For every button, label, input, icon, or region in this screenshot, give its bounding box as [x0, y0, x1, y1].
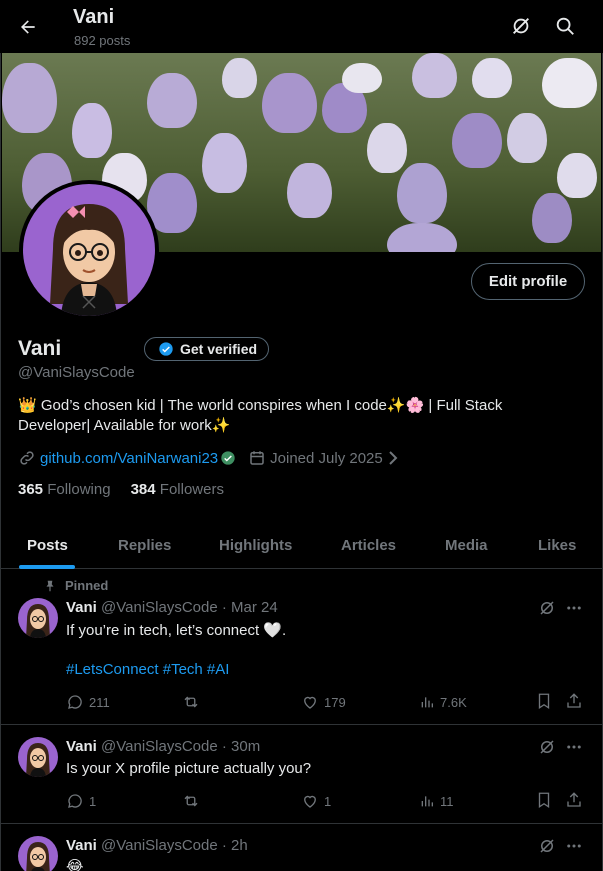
profile-handle: @VaniSlaysCode: [18, 364, 135, 381]
post-item[interactable]: Vani @VaniSlaysCode · 2h 😂: [0, 824, 603, 871]
pinned-label: Pinned: [65, 578, 109, 593]
post-hashtags[interactable]: #LetsConnect #Tech #AI: [66, 660, 229, 680]
more-icon[interactable]: [565, 738, 585, 758]
like-icon: [301, 792, 319, 810]
avatar[interactable]: [18, 598, 58, 638]
author-meta: @VaniSlaysCode · 2h: [101, 837, 248, 854]
pinned-indicator: Pinned: [43, 578, 108, 593]
page-title: Vani: [73, 6, 115, 28]
repost-icon: [181, 693, 201, 711]
more-icon[interactable]: [565, 599, 585, 619]
tab-replies[interactable]: Replies: [118, 521, 171, 569]
tab-posts[interactable]: Posts: [27, 521, 68, 569]
author-name[interactable]: Vani: [66, 837, 97, 854]
views-button[interactable]: 11: [419, 791, 454, 811]
follow-stats: 365 Following 384 Followers: [18, 481, 224, 498]
grok-icon[interactable]: [538, 837, 558, 857]
view-count: 7.6K: [440, 694, 467, 710]
post-header: Vani @VaniSlaysCode · 2h: [66, 837, 248, 854]
post-text: Is your X profile picture actually you?: [66, 760, 312, 777]
views-icon: [419, 693, 435, 711]
followers-count: 384: [130, 481, 156, 498]
followers-label: Followers: [159, 481, 224, 498]
like-button[interactable]: 179: [301, 692, 346, 712]
following-link[interactable]: 365 Following: [18, 481, 111, 498]
post-actions: 1 1 11: [66, 791, 586, 811]
post-header: Vani @VaniSlaysCode · 30m: [66, 738, 260, 755]
followers-link[interactable]: 384 Followers: [131, 481, 224, 498]
views-button[interactable]: 7.6K: [419, 692, 467, 712]
following-count: 365: [18, 481, 44, 498]
verified-badge-icon: [158, 341, 174, 357]
like-button[interactable]: 1: [301, 791, 331, 811]
repost-button[interactable]: [181, 692, 206, 712]
bookmark-icon[interactable]: [535, 791, 555, 811]
get-verified-label: Get verified: [180, 341, 258, 357]
profile-bio: 👑 God’s chosen kid | The world conspires…: [18, 396, 538, 436]
tab-media[interactable]: Media: [445, 521, 488, 569]
reply-icon: [66, 792, 84, 810]
post-count: 892 posts: [74, 33, 131, 48]
views-icon: [419, 792, 435, 810]
view-count: 11: [440, 793, 454, 809]
post-header: Vani @VaniSlaysCode · Mar 24: [66, 599, 278, 616]
profile-name: Vani: [18, 337, 62, 360]
avatar[interactable]: [18, 836, 58, 871]
active-tab-indicator: [19, 565, 75, 569]
repost-button[interactable]: [181, 791, 206, 811]
share-icon[interactable]: [565, 791, 585, 811]
like-icon: [301, 693, 319, 711]
profile-avatar[interactable]: [19, 180, 159, 320]
website-verified-icon: [220, 450, 236, 466]
back-arrow-icon[interactable]: [14, 13, 42, 41]
post-text: If you’re in tech, let’s connect 🤍.: [66, 622, 287, 639]
grok-icon[interactable]: [538, 599, 558, 619]
author-name[interactable]: Vani: [66, 599, 97, 616]
reply-count: 211: [89, 694, 110, 710]
more-icon[interactable]: [565, 837, 585, 857]
top-bar: Vani 892 posts: [0, 0, 603, 53]
bio-line-2: Developer| Available for work✨: [18, 417, 231, 434]
website-link[interactable]: github.com/VaniNarwani23: [40, 450, 218, 467]
pin-icon: [43, 579, 57, 593]
reply-button[interactable]: 1: [66, 791, 96, 811]
calendar-icon: [248, 449, 266, 467]
like-count: 179: [324, 694, 346, 710]
reply-button[interactable]: 211: [66, 692, 110, 712]
post-item[interactable]: Pinned Vani @VaniSlaysCode · Mar 24 If y…: [0, 570, 603, 725]
profile-tabs: Posts Replies Highlights Articles Media …: [0, 521, 603, 569]
following-label: Following: [47, 481, 111, 498]
link-icon: [18, 449, 36, 467]
search-icon[interactable]: [554, 15, 578, 39]
bookmark-icon[interactable]: [535, 692, 555, 712]
chevron-right-icon[interactable]: [387, 450, 399, 466]
post-text: 😂: [66, 858, 84, 871]
author-name[interactable]: Vani: [66, 738, 97, 755]
repost-icon: [181, 792, 201, 810]
grok-icon[interactable]: [538, 738, 558, 758]
grok-icon[interactable]: [510, 15, 534, 39]
tab-articles[interactable]: Articles: [341, 521, 396, 569]
post-actions: 211 179 7.6K: [66, 692, 586, 712]
post-item[interactable]: Vani @VaniSlaysCode · 30m Is your X prof…: [0, 725, 603, 824]
author-meta: @VaniSlaysCode · 30m: [101, 738, 261, 755]
bio-line-1: 👑 God’s chosen kid | The world conspires…: [18, 397, 503, 414]
reply-count: 1: [89, 793, 97, 809]
edit-profile-button[interactable]: Edit profile: [471, 263, 585, 300]
share-icon[interactable]: [565, 692, 585, 712]
joined-date: Joined July 2025: [270, 449, 383, 467]
like-count: 1: [324, 793, 332, 809]
tab-likes[interactable]: Likes: [538, 521, 576, 569]
profile-meta: github.com/VaniNarwani23 Joined July 202…: [18, 448, 399, 468]
get-verified-button[interactable]: Get verified: [144, 337, 269, 361]
reply-icon: [66, 693, 84, 711]
author-meta: @VaniSlaysCode · Mar 24: [101, 599, 278, 616]
tab-highlights[interactable]: Highlights: [219, 521, 292, 569]
avatar[interactable]: [18, 737, 58, 777]
